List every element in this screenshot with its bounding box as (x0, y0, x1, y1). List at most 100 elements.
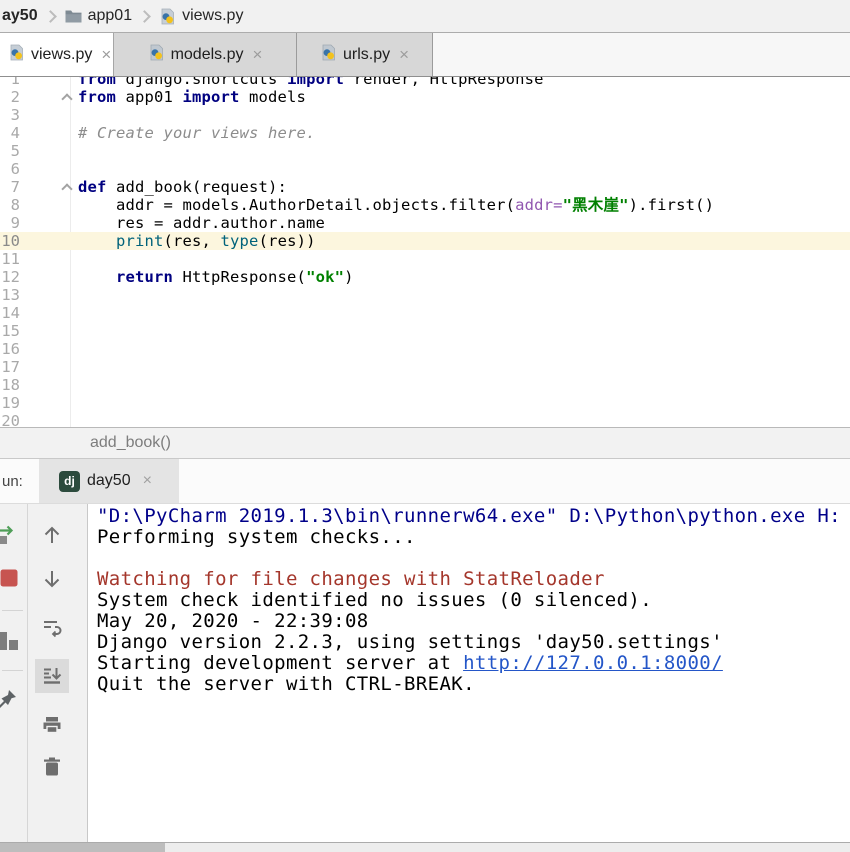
toolbar-separator (2, 670, 23, 671)
tab-label: views.py (31, 46, 92, 64)
run-toolwindow-bar: un: dj day50 × (0, 459, 850, 504)
code-line[interactable]: 16 (0, 340, 850, 358)
tab-label: urls.py (343, 46, 390, 64)
run-tab-title: day50 (87, 472, 131, 490)
stop-button[interactable] (0, 569, 18, 592)
python-file-icon (320, 44, 337, 66)
code-line[interactable]: 14 (0, 304, 850, 322)
tab-label: models.py (171, 46, 244, 64)
pin-button[interactable] (0, 688, 18, 715)
close-icon[interactable]: × (399, 46, 409, 63)
line-number: 6 (0, 160, 20, 178)
chevron-right-icon (44, 10, 57, 23)
python-file-icon (148, 44, 165, 66)
print-button[interactable] (41, 714, 63, 741)
code-line[interactable]: 17 (0, 358, 850, 376)
tab-urls-py[interactable]: urls.py × (297, 33, 433, 76)
editor-tab-bar: views.py × models.py × urls.py × (0, 33, 850, 77)
console-link[interactable]: http://127.0.0.1:8000/ (463, 652, 723, 674)
scrollbar-thumb[interactable] (0, 843, 165, 852)
line-number: 4 (0, 124, 20, 142)
close-icon[interactable]: × (252, 46, 262, 63)
line-number: 10 (0, 232, 20, 250)
code-line[interactable]: 4# Create your views here. (0, 124, 850, 142)
code-line[interactable]: 10 print(res, type(res)) (0, 232, 850, 250)
run-toolbar-left (0, 504, 28, 842)
line-number: 19 (0, 394, 20, 412)
code-line[interactable]: 19 (0, 394, 850, 412)
tab-models-py[interactable]: models.py × (114, 33, 297, 76)
run-tab-day50[interactable]: dj day50 × (39, 459, 179, 503)
breadcrumb-item-file[interactable]: views.py (182, 7, 243, 25)
code-line[interactable]: 6 (0, 160, 850, 178)
tab-views-py[interactable]: views.py × (0, 33, 114, 76)
line-number: 13 (0, 286, 20, 304)
soft-wrap-button[interactable] (41, 616, 63, 643)
code-line[interactable]: 15 (0, 322, 850, 340)
console-line: Quit the server with CTRL-BREAK. (97, 674, 850, 695)
code-line[interactable]: 12 return HttpResponse("ok") (0, 268, 850, 286)
horizontal-scrollbar[interactable] (0, 842, 850, 852)
console-line: "D:\PyCharm 2019.1.3\bin\runnerw64.exe" … (97, 506, 850, 527)
line-number: 8 (0, 196, 20, 214)
function-breadcrumb[interactable]: add_book() (90, 434, 171, 452)
console-line: May 20, 2020 - 22:39:08 (97, 611, 850, 632)
console-line: Performing system checks... (97, 527, 850, 548)
code-line[interactable]: 7def add_book(request): (0, 178, 850, 196)
run-console[interactable]: "D:\PyCharm 2019.1.3\bin\runnerw64.exe" … (88, 504, 850, 842)
console-line (97, 548, 850, 569)
run-label: un: (0, 473, 34, 490)
line-number: 2 (0, 88, 20, 106)
code-line[interactable]: 1from django.shortcuts import render, Ht… (0, 77, 850, 88)
run-toolbar-console (28, 504, 88, 842)
line-number: 12 (0, 268, 20, 286)
django-icon: dj (59, 471, 80, 492)
console-line: Watching for file changes with StatReloa… (97, 569, 850, 590)
code-line[interactable]: 3 (0, 106, 850, 124)
line-number: 20 (0, 412, 20, 427)
rerun-button[interactable] (0, 524, 20, 551)
toolbar-separator (2, 610, 23, 611)
clear-all-button[interactable] (42, 756, 62, 783)
line-number: 5 (0, 142, 20, 160)
scroll-to-end-button[interactable] (41, 665, 63, 692)
line-number: 11 (0, 250, 20, 268)
code-line[interactable]: 8 addr = models.AuthorDetail.objects.fil… (0, 196, 850, 214)
code-line[interactable]: 18 (0, 376, 850, 394)
line-number: 14 (0, 304, 20, 322)
line-number: 9 (0, 214, 20, 232)
run-content: "D:\PyCharm 2019.1.3\bin\runnerw64.exe" … (0, 504, 850, 842)
close-icon[interactable]: × (101, 46, 111, 63)
line-number: 1 (0, 77, 20, 88)
code-line[interactable]: 13 (0, 286, 850, 304)
pycharm-window: ay50 app01 views.py views.py × models.py… (0, 0, 850, 852)
up-stacktrace-button[interactable] (41, 524, 63, 551)
function-breadcrumb-bar: add_book() (0, 427, 850, 459)
code-editor[interactable]: 1from django.shortcuts import render, Ht… (0, 77, 850, 427)
restore-layout-button[interactable] (0, 630, 19, 657)
folder-icon (65, 9, 82, 23)
down-stacktrace-button[interactable] (41, 568, 63, 595)
console-lines: "D:\PyCharm 2019.1.3\bin\runnerw64.exe" … (97, 506, 850, 695)
console-line: Starting development server at http://12… (97, 653, 850, 674)
editor-lines: 1from django.shortcuts import render, Ht… (0, 77, 850, 427)
fold-marker-icon[interactable] (61, 183, 72, 194)
python-file-icon (159, 8, 176, 25)
python-file-icon (8, 44, 25, 66)
code-line[interactable]: 11 (0, 250, 850, 268)
close-icon[interactable]: × (143, 472, 152, 490)
code-line[interactable]: 2from app01 import models (0, 88, 850, 106)
code-line[interactable]: 9 res = addr.author.name (0, 214, 850, 232)
breadcrumb: ay50 app01 views.py (0, 0, 850, 33)
line-number: 17 (0, 358, 20, 376)
line-number: 7 (0, 178, 20, 196)
chevron-right-icon (138, 10, 151, 23)
breadcrumb-item-project[interactable]: ay50 (2, 7, 38, 25)
line-number: 3 (0, 106, 20, 124)
code-line[interactable]: 20 (0, 412, 850, 427)
breadcrumb-item-package[interactable]: app01 (88, 7, 133, 25)
code-line[interactable]: 5 (0, 142, 850, 160)
line-number: 16 (0, 340, 20, 358)
fold-marker-icon[interactable] (61, 93, 72, 104)
console-line: System check identified no issues (0 sil… (97, 590, 850, 611)
